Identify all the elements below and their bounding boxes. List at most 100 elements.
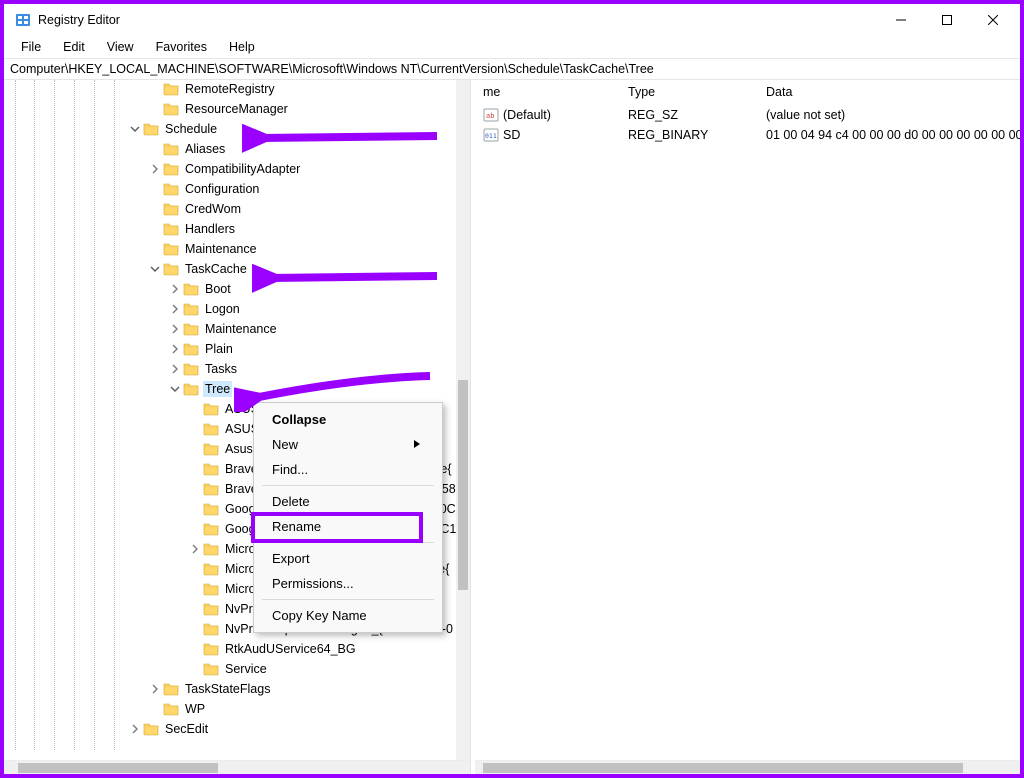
ctx-separator xyxy=(262,485,434,486)
tree-item[interactable]: WP xyxy=(4,699,470,719)
menu-favorites[interactable]: Favorites xyxy=(147,36,216,58)
chevron-right-icon[interactable] xyxy=(187,544,203,554)
folder-icon xyxy=(203,441,219,457)
tree-item[interactable]: Tree xyxy=(4,379,470,399)
tree-item[interactable]: TaskCache xyxy=(4,259,470,279)
col-header-name[interactable]: me xyxy=(475,82,620,102)
tree-item-label: Boot xyxy=(203,281,233,297)
value-data: (value not set) xyxy=(758,108,1020,122)
folder-icon xyxy=(163,201,179,217)
tree-item[interactable]: Aliases xyxy=(4,139,470,159)
folder-icon xyxy=(203,601,219,617)
tree-item[interactable]: CompatibilityAdapter xyxy=(4,159,470,179)
col-header-type[interactable]: Type xyxy=(620,82,758,102)
tree-item[interactable]: Maintenance xyxy=(4,319,470,339)
chevron-down-icon[interactable] xyxy=(147,264,163,274)
close-button[interactable] xyxy=(970,4,1016,36)
list-row[interactable]: ab(Default)REG_SZ(value not set) xyxy=(475,105,1020,125)
value-name: (Default) xyxy=(503,108,551,122)
tree-item[interactable]: Service xyxy=(4,659,470,679)
chevron-right-icon[interactable] xyxy=(127,724,143,734)
svg-text:ab: ab xyxy=(486,112,494,120)
chevron-right-icon[interactable] xyxy=(167,304,183,314)
menu-view[interactable]: View xyxy=(98,36,143,58)
ctx-rename[interactable]: Rename xyxy=(254,514,442,539)
chevron-right-icon[interactable] xyxy=(147,684,163,694)
folder-icon xyxy=(163,241,179,257)
svg-text:011: 011 xyxy=(485,132,497,140)
chevron-down-icon[interactable] xyxy=(127,124,143,134)
tree-item-label: Schedule xyxy=(163,121,219,137)
tree-item[interactable]: Plain xyxy=(4,339,470,359)
folder-icon xyxy=(183,381,199,397)
col-header-data[interactable]: Data xyxy=(758,82,1020,102)
ctx-delete[interactable]: Delete xyxy=(254,489,442,514)
chevron-right-icon[interactable] xyxy=(167,364,183,374)
tree-vertical-scrollbar[interactable] xyxy=(456,80,470,760)
folder-icon xyxy=(203,401,219,417)
menu-help[interactable]: Help xyxy=(220,36,264,58)
chevron-right-icon[interactable] xyxy=(167,344,183,354)
folder-icon xyxy=(183,321,199,337)
minimize-button[interactable] xyxy=(878,4,924,36)
value-type: REG_BINARY xyxy=(620,128,758,142)
main-panes: RemoteRegistryResourceManager Schedule Ali… xyxy=(4,80,1020,774)
value-data: 01 00 04 94 c4 00 00 00 d0 00 00 00 00 0… xyxy=(758,128,1020,142)
value-icon: ab xyxy=(483,107,499,123)
menu-edit[interactable]: Edit xyxy=(54,36,94,58)
ctx-export[interactable]: Export xyxy=(254,546,442,571)
ctx-new[interactable]: New xyxy=(254,432,442,457)
folder-icon xyxy=(163,181,179,197)
menu-file[interactable]: File xyxy=(12,36,50,58)
tree-item[interactable]: Schedule xyxy=(4,119,470,139)
value-name: SD xyxy=(503,128,520,142)
maximize-button[interactable] xyxy=(924,4,970,36)
address-bar[interactable]: Computer\HKEY_LOCAL_MACHINE\SOFTWARE\Mic… xyxy=(4,58,1020,80)
values-horizontal-scrollbar[interactable] xyxy=(475,760,1020,774)
tree-item[interactable]: Configuration xyxy=(4,179,470,199)
folder-icon xyxy=(183,361,199,377)
tree-item[interactable]: ResourceManager xyxy=(4,99,470,119)
tree-item-label: Maintenance xyxy=(203,321,279,337)
tree-item[interactable]: Logon xyxy=(4,299,470,319)
tree-item-label: CredWom xyxy=(183,201,243,217)
folder-icon xyxy=(183,341,199,357)
chevron-right-icon[interactable] xyxy=(167,324,183,334)
folder-icon xyxy=(203,661,219,677)
ctx-permissions[interactable]: Permissions... xyxy=(254,571,442,596)
chevron-right-icon[interactable] xyxy=(167,284,183,294)
list-body[interactable]: ab(Default)REG_SZ(value not set)011SDREG… xyxy=(475,103,1020,145)
tree-item[interactable]: TaskStateFlags xyxy=(4,679,470,699)
tree-item-label: CompatibilityAdapter xyxy=(183,161,302,177)
list-row[interactable]: 011 SD REG_BINARY01 00 04 94 c4 00 00 00 d… xyxy=(475,125,1020,145)
folder-icon xyxy=(203,621,219,637)
tree-item[interactable]: Handlers xyxy=(4,219,470,239)
ctx-collapse[interactable]: Collapse xyxy=(254,407,442,432)
tree-item[interactable]: CredWom xyxy=(4,199,470,219)
tree-item[interactable]: Maintenance xyxy=(4,239,470,259)
chevron-down-icon[interactable] xyxy=(167,384,183,394)
folder-icon xyxy=(183,281,199,297)
folder-icon xyxy=(203,521,219,537)
tree-item[interactable]: RemoteRegistry xyxy=(4,80,470,99)
ctx-find[interactable]: Find... xyxy=(254,457,442,482)
title-bar: Registry Editor xyxy=(4,4,1020,36)
tree-item[interactable]: RtkAudUService64_BG xyxy=(4,639,470,659)
window-title: Registry Editor xyxy=(38,13,120,27)
tree-horizontal-scrollbar[interactable] xyxy=(4,760,470,774)
ctx-copy-key-name[interactable]: Copy Key Name xyxy=(254,603,442,628)
tree-item[interactable]: Tasks xyxy=(4,359,470,379)
value-icon: 011 xyxy=(483,127,499,143)
tree-item-label: Configuration xyxy=(183,181,261,197)
tree-item[interactable]: Boot xyxy=(4,279,470,299)
tree-item[interactable]: SecEdit xyxy=(4,719,470,739)
folder-icon xyxy=(163,101,179,117)
folder-icon xyxy=(203,461,219,477)
folder-icon xyxy=(203,421,219,437)
tree-item-label: RtkAudUService64_BG xyxy=(223,641,358,657)
folder-icon xyxy=(143,121,159,137)
chevron-right-icon[interactable] xyxy=(147,164,163,174)
app-icon xyxy=(15,12,31,28)
values-pane: me Type Data ab(Default)REG_SZ(value not… xyxy=(475,80,1020,774)
folder-icon xyxy=(163,81,179,97)
